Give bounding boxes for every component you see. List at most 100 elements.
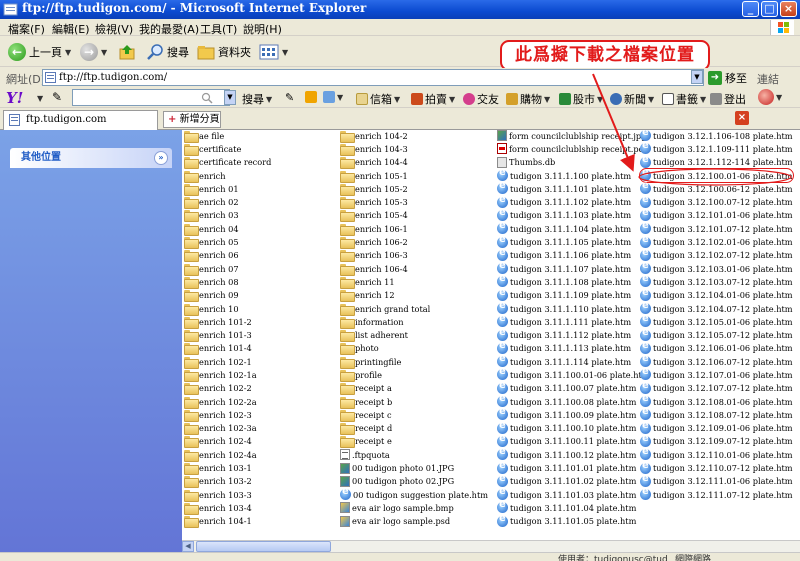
yahoo-dating-button[interactable]: 交友 xyxy=(463,91,499,107)
folder-item[interactable]: enrich 105-3 xyxy=(340,195,488,210)
scroll-left-icon[interactable]: ◀ xyxy=(182,541,194,552)
folder-item[interactable]: certificate record xyxy=(184,156,271,170)
file-item[interactable]: tudigon 3.11.1.111 plate.htm xyxy=(497,313,650,328)
file-item[interactable]: tudigon 3.11.100.11 plate.htm xyxy=(497,433,650,448)
folder-item[interactable]: enrich 102-3a xyxy=(184,422,271,436)
menu-edit[interactable]: 編輯(E) xyxy=(52,21,90,37)
file-item[interactable]: tudigon 3.11.1.108 plate.htm xyxy=(497,273,650,288)
yahoo-auction-button[interactable]: 拍賣 ▼ xyxy=(411,91,455,107)
folder-item[interactable]: receipt b xyxy=(340,395,488,409)
folder-item[interactable]: enrich 103-3 xyxy=(184,488,271,502)
folder-item[interactable]: enrich 106-2 xyxy=(340,235,488,250)
yahoo-shopping-button[interactable]: 購物 ▼ xyxy=(506,91,550,107)
file-item[interactable]: tudigon 3.11.1.102 plate.htm xyxy=(497,194,650,208)
tab-ftp-tudigon[interactable]: ftp.tudigon.com xyxy=(3,110,158,130)
folder-item[interactable]: photo xyxy=(340,342,488,356)
file-item[interactable]: tudigon 3.12.1.109-111 plate.htm xyxy=(640,140,793,155)
close-tab-icon[interactable]: × xyxy=(735,111,749,125)
close-button[interactable]: × xyxy=(780,1,797,17)
file-item[interactable]: tudigon 3.11.101.02 plate.htm xyxy=(497,473,650,488)
file-item[interactable]: tudigon 3.12.107.07-12 plate.htm xyxy=(640,380,793,395)
file-item[interactable]: tudigon 3.11.100.10 plate.htm xyxy=(497,420,650,435)
file-item[interactable]: tudigon 3.11.100.09 plate.htm xyxy=(497,406,650,421)
chevron-expand-icon[interactable]: » xyxy=(154,151,168,165)
file-item[interactable]: tudigon 3.12.106.01-06 plate.htm xyxy=(640,340,793,355)
yahoo-logo-icon[interactable]: Y! xyxy=(6,89,23,107)
file-item[interactable]: tudigon 3.12.100.01-06 plate.htm xyxy=(639,167,794,184)
pencil-icon[interactable]: ✎ xyxy=(52,90,62,104)
folder-item[interactable]: enrich 104-3 xyxy=(340,142,488,156)
file-item[interactable]: tudigon 3.12.108.07-12 plate.htm xyxy=(640,406,793,421)
file-item[interactable]: tudigon 3.11.1.110 plate.htm xyxy=(497,300,650,315)
folder-item[interactable]: enrich 104-1 xyxy=(184,515,271,529)
file-item[interactable]: tudigon 3.11.101.03 plate.htm xyxy=(497,486,650,501)
search-button[interactable]: 搜尋 xyxy=(146,42,189,62)
go-button[interactable]: ➜ 移至 xyxy=(708,70,747,86)
folder-item[interactable]: enrich 106-1 xyxy=(340,222,488,236)
yahoo-stock-button[interactable]: 股市 ▼ xyxy=(559,91,603,107)
file-item[interactable]: tudigon 3.12.110.01-06 plate.htm xyxy=(640,446,793,461)
yahoo-signout-button[interactable]: 登出 xyxy=(710,91,746,107)
file-item[interactable]: eva air logo sample.psd xyxy=(340,515,488,528)
yahoo-bookmarks-button[interactable]: 書籤 ▼ xyxy=(662,91,706,107)
folder-item[interactable]: enrich 03 xyxy=(184,209,271,223)
file-item[interactable]: tudigon 3.12.107.01-06 plate.htm xyxy=(640,366,793,381)
other-places-header[interactable]: 其他位置 » xyxy=(10,148,172,168)
file-item[interactable]: tudigon 3.11.100.07 plate.htm xyxy=(497,380,650,395)
file-item[interactable]: tudigon 3.12.109.07-12 plate.htm xyxy=(640,433,793,448)
yahoo-messenger-icon[interactable]: ▼ xyxy=(758,89,782,105)
file-item[interactable]: tudigon 3.12.108.01-06 plate.htm xyxy=(640,393,793,408)
file-item[interactable]: tudigon 3.12.1.112-114 plate.htm xyxy=(640,154,793,169)
folder-item[interactable]: enrich 102-4a xyxy=(184,448,271,462)
file-item[interactable]: tudigon 3.12.103.07-12 plate.htm xyxy=(640,273,793,288)
folder-item[interactable]: enrich 102-2a xyxy=(184,395,271,409)
folder-item[interactable]: printingfile xyxy=(340,355,488,369)
popup-blocker-icon[interactable]: ▼ xyxy=(323,91,343,103)
new-tab-button[interactable]: + 新增分頁 xyxy=(163,111,221,128)
file-item[interactable]: 00 tudigon suggestion plate.htm xyxy=(340,486,488,501)
folder-item[interactable]: receipt d xyxy=(340,422,488,436)
horizontal-scrollbar[interactable]: ◀ xyxy=(182,540,800,552)
folder-item[interactable]: enrich 102-3 xyxy=(184,408,271,422)
file-item[interactable]: eva air logo sample.bmp xyxy=(340,501,488,514)
folder-item[interactable]: enrich 104-2 xyxy=(340,130,488,143)
folder-item[interactable]: enrich 104-4 xyxy=(340,156,488,170)
folder-item[interactable]: profile xyxy=(340,368,488,382)
file-item[interactable]: tudigon 3.11.1.114 plate.htm xyxy=(497,353,650,368)
folder-item[interactable]: certificate xyxy=(184,142,271,156)
folder-item[interactable]: enrich 101-2 xyxy=(184,315,271,329)
file-item[interactable]: .ftpquota xyxy=(340,448,488,461)
file-item[interactable]: tudigon 3.11.101.01 plate.htm xyxy=(497,460,650,474)
links-button[interactable]: 連結 xyxy=(757,71,779,87)
folder-item[interactable]: enrich 101-4 xyxy=(184,342,271,356)
file-item[interactable]: tudigon 3.11.1.107 plate.htm xyxy=(497,260,650,275)
file-item[interactable]: tudigon 3.12.105.01-06 plate.htm xyxy=(640,313,793,328)
file-item[interactable]: tudigon 3.12.100.06-12 plate.htm xyxy=(640,180,793,195)
file-item[interactable]: tudigon 3.11.101.04 plate.htm xyxy=(497,499,650,514)
file-item[interactable]: tudigon 3.11.1.106 plate.htm xyxy=(497,247,650,262)
address-input[interactable]: ftp://ftp.tudigon.com/ xyxy=(42,69,704,86)
folder-item[interactable]: information xyxy=(340,315,488,329)
file-item[interactable]: tudigon 3.11.1.113 plate.htm xyxy=(497,340,650,355)
file-item[interactable]: tudigon 3.11.100.01-06 plate.htm xyxy=(497,366,650,381)
file-item[interactable]: tudigon 3.12.102.01-06 plate.htm xyxy=(640,234,793,248)
back-button[interactable]: ← 上一頁 ▼ xyxy=(8,42,71,62)
folder-item[interactable]: enrich 103-2 xyxy=(184,475,271,489)
file-item[interactable]: tudigon 3.12.109.01-06 plate.htm xyxy=(640,420,793,435)
menu-help[interactable]: 說明(H) xyxy=(243,21,282,37)
file-item[interactable]: tudigon 3.12.106.07-12 plate.htm xyxy=(640,353,793,368)
yahoo-mail-button[interactable]: 信箱 ▼ xyxy=(356,91,400,107)
scrollbar-thumb[interactable] xyxy=(196,541,331,552)
file-item[interactable]: tudigon 3.12.101.07-12 plate.htm xyxy=(640,220,793,235)
folder-item[interactable]: enrich 106-4 xyxy=(340,262,488,276)
file-item[interactable]: tudigon 3.11.100.08 plate.htm xyxy=(497,393,650,408)
file-item[interactable]: tudigon 3.12.102.07-12 plate.htm xyxy=(640,247,793,262)
menu-favorites[interactable]: 我的最愛(A) xyxy=(139,21,199,37)
yahoo-search-input[interactable] xyxy=(72,89,230,106)
file-item[interactable]: Thumbs.db xyxy=(497,156,650,169)
folder-item[interactable]: enrich 101-3 xyxy=(184,328,271,343)
chevron-down-icon[interactable]: ▼ xyxy=(37,94,43,103)
folder-item[interactable]: list adherent xyxy=(340,328,488,343)
file-item[interactable]: tudigon 3.11.1.100 plate.htm xyxy=(497,167,650,182)
folder-item[interactable]: enrich 102-4 xyxy=(184,435,271,449)
